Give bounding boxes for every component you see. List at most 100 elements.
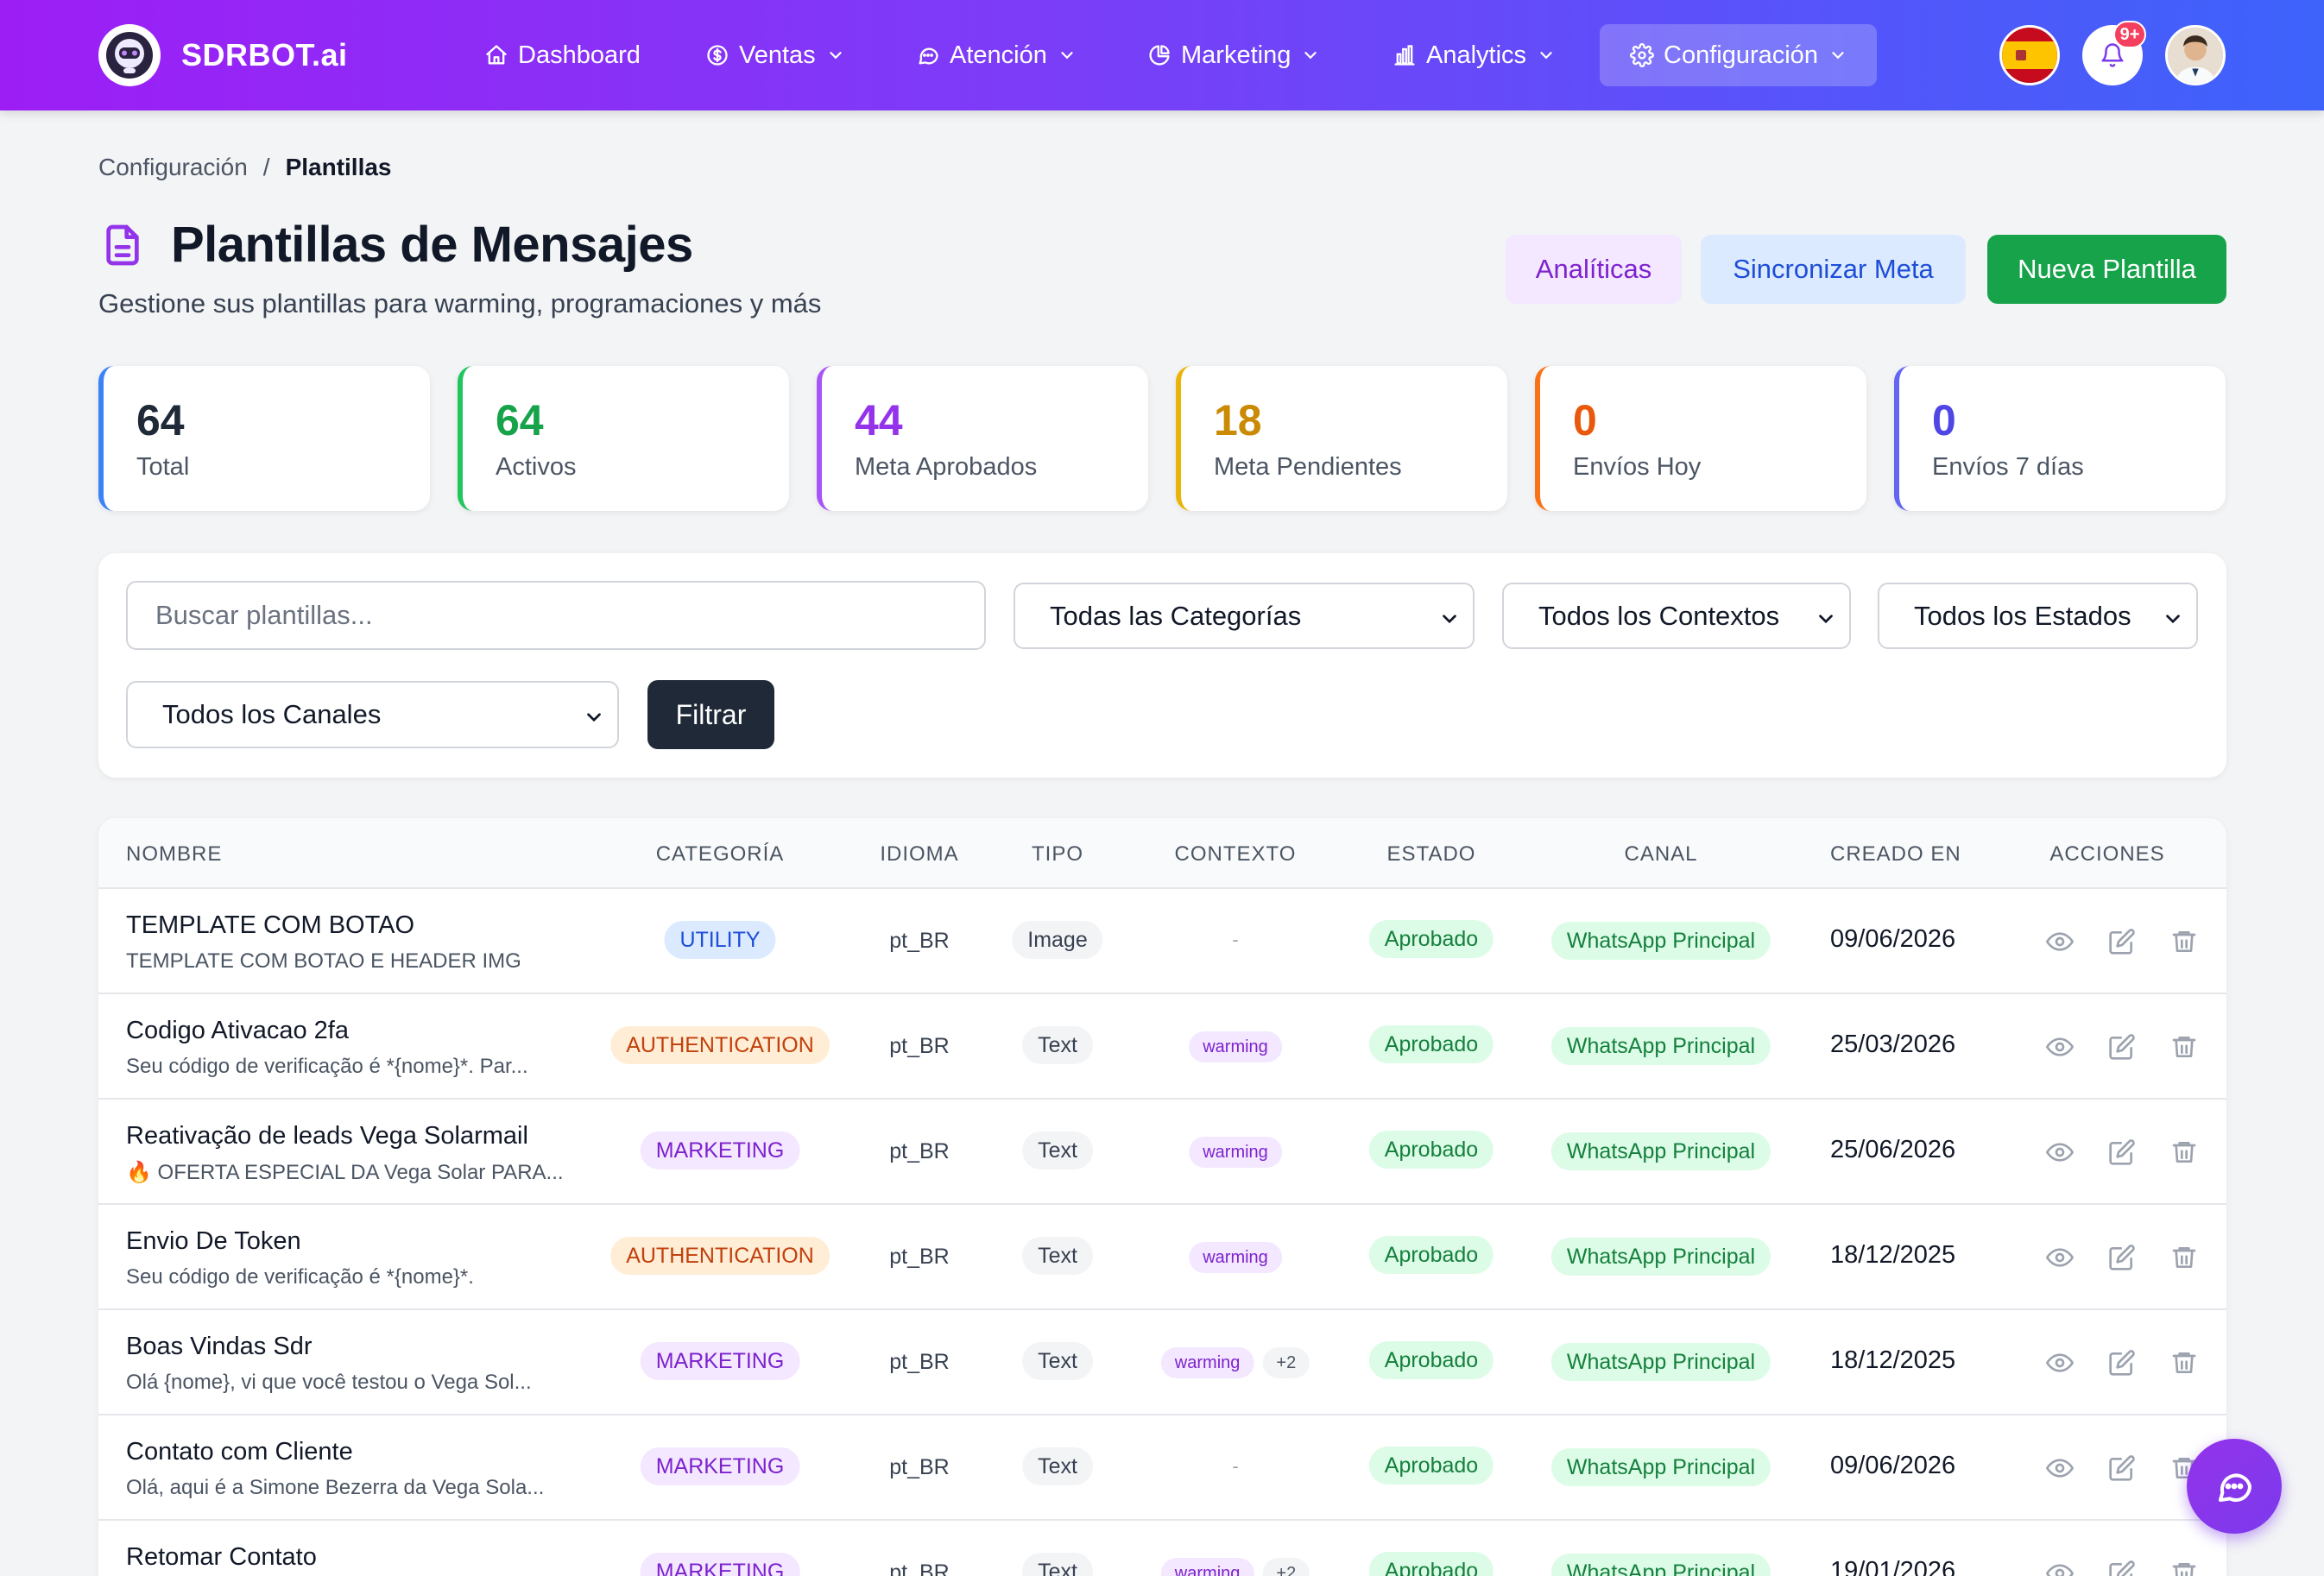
view-icon[interactable]	[2046, 1560, 2074, 1576]
new-template-button[interactable]: Nueva Plantilla	[1987, 235, 2226, 304]
spain-flag-icon	[2002, 28, 2057, 83]
status-select[interactable]: Todos los Estados	[1878, 583, 2198, 649]
col-header-nombre[interactable]: NOMBRE	[126, 842, 222, 867]
delete-icon[interactable]	[2170, 928, 2198, 955]
edit-icon[interactable]	[2108, 1349, 2136, 1377]
template-description: TEMPLATE COM BOTAO E HEADER IMG	[126, 949, 521, 973]
nav-marketing-label: Marketing	[1181, 41, 1291, 69]
table-row[interactable]: Reativação de leads Vega Solarmail 🔥 OFER…	[98, 1098, 2226, 1203]
created-date: 18/12/2025	[1830, 1241, 1956, 1269]
templates-table: NOMBRE CATEGORÍA IDIOMA TIPO CONTEXTO ES…	[98, 818, 2226, 1576]
context-cell: warming +2	[1160, 1347, 1310, 1378]
category-cell: AUTHENTICATION	[610, 1237, 830, 1275]
status-select-value: Todos los Estados	[1914, 600, 2131, 631]
context-select[interactable]: Todos los Contextos	[1502, 583, 1851, 649]
template-name[interactable]: Envio De Token	[126, 1227, 301, 1256]
view-icon[interactable]	[2046, 928, 2074, 955]
table-row[interactable]: Codigo Ativacao 2fa Seu código de verific…	[98, 993, 2226, 1098]
filter-button[interactable]: Filtrar	[647, 680, 774, 749]
channel-badge: WhatsApp Principal	[1550, 1448, 1771, 1486]
edit-icon[interactable]	[2108, 1033, 2136, 1061]
stat-value: 18	[1214, 396, 1262, 444]
created-date: 25/03/2026	[1830, 1031, 1956, 1058]
template-name[interactable]: Codigo Ativacao 2fa	[126, 1017, 349, 1045]
col-header-tipo[interactable]: TIPO	[1032, 842, 1083, 867]
template-name[interactable]: Reativação de leads Vega Solarmail	[126, 1122, 528, 1150]
chevron-down-icon	[587, 713, 601, 722]
col-header-estado[interactable]: ESTADO	[1387, 842, 1476, 867]
breadcrumb-parent-link[interactable]: Configuración	[98, 154, 248, 181]
edit-icon[interactable]	[2108, 1244, 2136, 1271]
context-badge: warming	[1160, 1347, 1254, 1378]
col-header-creado[interactable]: CREADO EN	[1830, 842, 1961, 867]
delete-icon[interactable]	[2170, 1560, 2198, 1576]
context-more-badge[interactable]: +2	[1262, 1347, 1310, 1378]
status-badge: Aprobado	[1368, 1552, 1494, 1576]
view-icon[interactable]	[2046, 1138, 2074, 1166]
delete-icon[interactable]	[2170, 1138, 2198, 1166]
brand-logo-link[interactable]: SDRBOT.ai	[98, 24, 348, 86]
table-row[interactable]: TEMPLATE COM BOTAO TEMPLATE COM BOTAO E H…	[98, 887, 2226, 993]
table-row[interactable]: Retomar Contato MARKETING pt_BR Text warming…	[98, 1519, 2226, 1576]
nav-dashboard-label: Dashboard	[518, 41, 641, 69]
stat-label: Activos	[496, 453, 577, 481]
view-icon[interactable]	[2046, 1454, 2074, 1482]
nav-configuracion[interactable]: Configuración	[1600, 24, 1877, 86]
category-select[interactable]: Todas las Categorías	[1014, 583, 1475, 649]
nav-marketing[interactable]: Marketing	[1136, 24, 1330, 86]
edit-icon[interactable]	[2108, 1138, 2136, 1166]
pie-chart-icon	[1146, 42, 1172, 68]
template-name[interactable]: Retomar Contato	[126, 1543, 317, 1572]
table-row[interactable]: Envio De Token Seu código de verificação …	[98, 1203, 2226, 1308]
stat-card: 0 Envíos 7 días	[1894, 366, 2226, 511]
col-header-contexto[interactable]: CONTEXTO	[1175, 842, 1297, 867]
category-cell: MARKETING	[640, 1447, 800, 1485]
user-avatar[interactable]	[2165, 25, 2226, 85]
language-value: pt_BR	[889, 1034, 950, 1058]
created-date: 09/06/2026	[1830, 925, 1956, 953]
template-name[interactable]: TEMPLATE COM BOTAO	[126, 911, 414, 940]
language-selector[interactable]	[1999, 25, 2060, 85]
nav-analytics[interactable]: Analytics	[1381, 24, 1566, 86]
template-name[interactable]: Contato com Cliente	[126, 1438, 353, 1466]
col-header-categoria[interactable]: CATEGORÍA	[656, 842, 785, 867]
view-icon[interactable]	[2046, 1033, 2074, 1061]
channel-cell: WhatsApp Principal	[1550, 1027, 1771, 1065]
view-icon[interactable]	[2046, 1349, 2074, 1377]
delete-icon[interactable]	[2170, 1244, 2198, 1271]
nav-dashboard[interactable]: Dashboard	[473, 24, 651, 86]
chevron-down-icon	[1304, 52, 1317, 60]
nav-ventas[interactable]: Ventas	[694, 24, 856, 86]
search-input[interactable]: Buscar plantillas...	[126, 581, 986, 650]
delete-icon[interactable]	[2170, 1033, 2198, 1061]
nav-atencion[interactable]: Atención	[905, 24, 1087, 86]
edit-icon[interactable]	[2108, 1560, 2136, 1576]
type-badge: Text	[1022, 1237, 1093, 1275]
analytics-button[interactable]: Analíticas	[1506, 235, 1682, 304]
delete-icon[interactable]	[2170, 1349, 2198, 1377]
nav-configuracion-label: Configuración	[1664, 41, 1818, 69]
support-chat-button[interactable]	[2187, 1439, 2282, 1534]
category-cell: MARKETING	[640, 1553, 800, 1576]
table-row[interactable]: Contato com Cliente Olá, aqui é a Simone …	[98, 1414, 2226, 1519]
col-header-acciones: ACCIONES	[2049, 842, 2165, 866]
channel-badge: WhatsApp Principal	[1550, 1238, 1771, 1276]
status-cell: Aprobado	[1368, 1025, 1494, 1063]
table-row[interactable]: Boas Vindas Sdr Olá {nome}, vi que você t…	[98, 1308, 2226, 1414]
view-icon[interactable]	[2046, 1244, 2074, 1271]
context-cell: warming	[1189, 1031, 1282, 1062]
stat-card: 0 Envíos Hoy	[1535, 366, 1866, 511]
context-more-badge[interactable]: +2	[1262, 1558, 1310, 1576]
edit-icon[interactable]	[2108, 928, 2136, 955]
sync-meta-button[interactable]: Sincronizar Meta	[1701, 235, 1966, 304]
template-name[interactable]: Boas Vindas Sdr	[126, 1333, 313, 1361]
created-date: 25/06/2026	[1830, 1136, 1956, 1163]
channel-select[interactable]: Todos los Canales	[126, 681, 619, 748]
document-icon	[106, 224, 139, 265]
col-header-canal[interactable]: CANAL	[1624, 842, 1697, 867]
bar-chart-icon	[1392, 42, 1418, 68]
stat-label: Total	[136, 453, 190, 481]
edit-icon[interactable]	[2108, 1454, 2136, 1482]
context-cell: -	[1232, 929, 1238, 951]
col-header-idioma[interactable]: IDIOMA	[880, 842, 958, 867]
